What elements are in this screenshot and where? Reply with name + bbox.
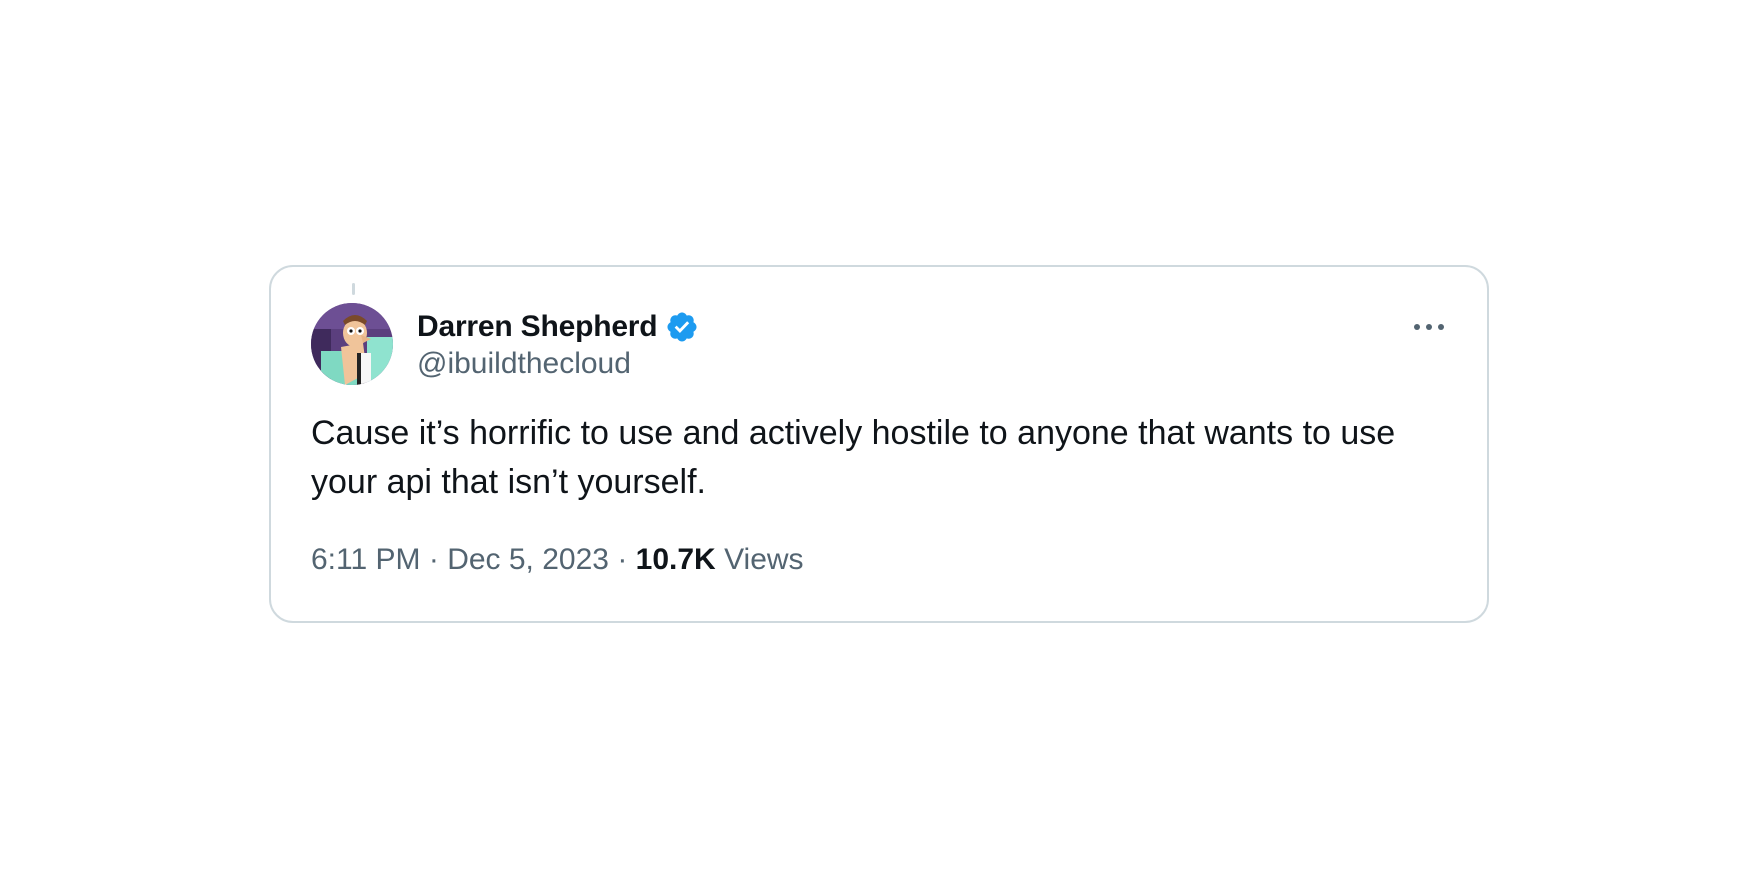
- author-display-name[interactable]: Darren Shepherd: [417, 310, 658, 344]
- meta-separator: ·: [428, 543, 439, 576]
- more-options-button[interactable]: [1407, 307, 1451, 347]
- thread-connector-line: [352, 283, 355, 295]
- meta-separator: ·: [617, 543, 628, 576]
- avatar[interactable]: [311, 303, 393, 385]
- avatar-image: [311, 303, 393, 385]
- views-count[interactable]: 10.7K: [636, 543, 716, 576]
- views-label: Views: [724, 543, 804, 576]
- verified-badge-icon: [665, 310, 699, 344]
- author-handle[interactable]: @ibuildthecloud: [417, 347, 631, 381]
- tweet-card[interactable]: Darren Shepherd @ibuildthecloud Cause it…: [269, 265, 1489, 623]
- more-options-icon: [1414, 324, 1444, 330]
- tweet-text: Cause it’s horrific to use and actively …: [311, 414, 1396, 501]
- tweet-date[interactable]: Dec 5, 2023: [447, 543, 609, 576]
- tweet-time[interactable]: 6:11 PM: [311, 543, 421, 576]
- page: Darren Shepherd @ibuildthecloud Cause it…: [0, 0, 1746, 892]
- author-name-row: Darren Shepherd: [417, 307, 699, 347]
- tweet-meta: 6:11 PM · Dec 5, 2023 · 10.7K Views: [311, 543, 804, 577]
